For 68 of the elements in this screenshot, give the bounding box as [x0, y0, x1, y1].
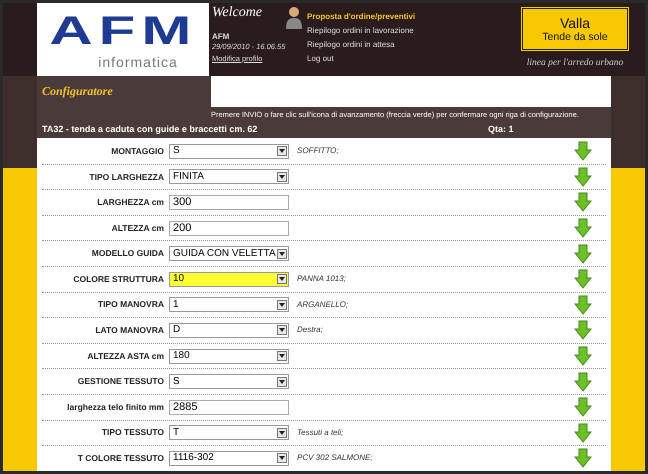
down-arrow-icon[interactable] — [574, 141, 592, 162]
field-description: Tessuti a teli; — [297, 426, 344, 439]
input-field[interactable]: 300 — [169, 194, 289, 210]
brand-logo: Valla Tende da sole — [522, 8, 628, 50]
field-label: T COLORE TESSUTO — [76, 452, 165, 465]
dropdown[interactable]: D — [169, 322, 289, 338]
dropdown-caret-icon — [277, 248, 287, 259]
field-label: LATO MANOVRA — [94, 324, 165, 337]
field-label: LARGHEZZA cm — [96, 196, 165, 209]
dropdown-caret-icon — [277, 453, 287, 464]
user-name: AFM — [212, 32, 230, 42]
dropdown-caret-icon — [277, 325, 287, 336]
dropdown[interactable]: 1116-302 — [169, 450, 289, 466]
nav-link[interactable]: Log out — [307, 53, 519, 64]
person-icon — [285, 5, 303, 29]
welcome-title: Welcome — [212, 6, 264, 20]
dropdown[interactable]: 1 — [169, 297, 289, 312]
field-label: ALTEZZA cm — [110, 222, 165, 234]
dropdown-caret-icon — [277, 172, 287, 182]
field-label: ALTEZZA ASTA cm — [86, 350, 165, 362]
nav-link[interactable]: Riepilogo ordini in attesa — [307, 39, 519, 50]
field-description: SOFFITTO; — [297, 145, 339, 158]
field-label: TIPO MANOVRA — [96, 298, 165, 312]
down-arrow-icon[interactable] — [574, 448, 592, 468]
down-arrow-icon[interactable] — [574, 346, 592, 366]
nav-link[interactable]: Riepilogo ordini in lavorazione — [307, 25, 519, 36]
dropdown-caret-icon — [277, 274, 287, 284]
dropdown[interactable]: S — [169, 374, 289, 390]
field-label: GESTIONE TESSUTO — [76, 375, 165, 388]
dropdown[interactable]: 10 — [169, 272, 289, 287]
dropdown-caret-icon — [277, 300, 287, 310]
down-arrow-icon[interactable] — [574, 244, 592, 264]
field-description: Destra; — [297, 324, 323, 336]
quantity: Qta: 1 — [488, 123, 514, 136]
dropdown[interactable]: S — [169, 144, 289, 159]
down-arrow-icon[interactable] — [574, 294, 592, 315]
product-title: TA32 - tenda a caduta con guide e braccetti cm. 62 — [42, 123, 258, 136]
dropdown-caret-icon — [277, 376, 287, 387]
dropdown-caret-icon — [277, 146, 287, 156]
down-arrow-icon[interactable] — [574, 397, 592, 418]
dropdown[interactable]: T — [169, 425, 289, 440]
down-arrow-icon[interactable] — [574, 192, 592, 212]
page-title: Configuratore — [41, 83, 114, 100]
dropdown-caret-icon — [277, 428, 287, 438]
down-arrow-icon[interactable] — [574, 166, 592, 187]
down-arrow-icon[interactable] — [574, 218, 592, 238]
field-label: TIPO TESSUTO — [100, 426, 165, 440]
field-description: PANNA 1013; — [297, 273, 346, 286]
field-label: TIPO LARGHEZZA — [88, 170, 165, 184]
down-arrow-icon[interactable] — [574, 269, 592, 290]
logo: AFM informatica — [37, 3, 209, 76]
field-description: PCV 302 SALMONE; — [297, 452, 373, 464]
field-label: larghezza telo finito mm — [66, 400, 165, 414]
down-arrow-icon[interactable] — [574, 422, 592, 443]
field-description: ARGANELLO; — [297, 298, 348, 311]
dropdown-caret-icon — [277, 351, 287, 362]
dropdown[interactable]: 180 — [169, 348, 289, 364]
dropdown[interactable]: GUIDA CON VELETTA — [169, 246, 289, 262]
nav-link[interactable]: Proposta d'ordine/preventivi — [307, 11, 519, 22]
down-arrow-icon[interactable] — [574, 320, 592, 340]
brand-tagline: linea per l'arredo urbano — [526, 57, 624, 70]
dropdown[interactable]: FINITA — [169, 169, 289, 184]
field-label: MODELLO GUIDA — [90, 247, 165, 260]
field-label: COLORE STRUTTURA — [72, 272, 165, 286]
down-arrow-icon[interactable] — [574, 372, 592, 392]
input-field[interactable]: 2885 — [169, 400, 289, 415]
field-label: MONTAGGIO — [110, 144, 165, 158]
input-field[interactable]: 200 — [169, 220, 289, 236]
